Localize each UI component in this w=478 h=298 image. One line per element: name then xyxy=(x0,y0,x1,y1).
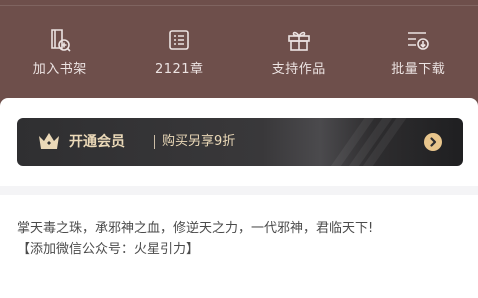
description-line: 【添加微信公众号：火星引力】 xyxy=(17,239,467,260)
batch-download-label: 批量下载 xyxy=(391,62,445,78)
bookshelf-add-icon xyxy=(46,28,74,54)
batch-download-button[interactable]: 批量下载 xyxy=(359,28,478,80)
detail-sheet: 开通会员 购买另享9折 掌天毒之珠，承邪神之血，修逆天之力，一代邪神，君临天下!… xyxy=(0,98,478,298)
membership-arrow-button[interactable] xyxy=(424,133,442,151)
chapter-list-button[interactable]: 2121章 xyxy=(120,28,240,80)
crown-icon xyxy=(38,132,60,151)
book-action-bar: 加入书架 2121章 支持作品 批量下载 xyxy=(0,0,478,100)
book-description: 掌天毒之珠，承邪神之血，修逆天之力，一代邪神，君临天下! 【添加微信公众号：火星… xyxy=(17,218,467,260)
membership-discount-text: 购买另享9折 xyxy=(162,132,235,152)
membership-separator xyxy=(154,135,155,149)
membership-title: 开通会员 xyxy=(69,132,125,152)
support-work-button[interactable]: 支持作品 xyxy=(239,28,359,80)
section-divider xyxy=(0,186,478,195)
action-row: 加入书架 2121章 支持作品 批量下载 xyxy=(0,28,478,80)
add-to-shelf-label: 加入书架 xyxy=(33,62,87,78)
support-work-label: 支持作品 xyxy=(272,62,326,78)
membership-banner[interactable]: 开通会员 购买另享9折 xyxy=(17,118,463,166)
top-divider xyxy=(0,5,478,6)
chapter-list-icon xyxy=(165,28,193,54)
chevron-right-icon xyxy=(424,133,442,151)
chapter-count-label: 2121章 xyxy=(155,62,204,78)
add-to-shelf-button[interactable]: 加入书架 xyxy=(0,28,120,80)
gift-icon xyxy=(285,28,313,54)
description-line: 掌天毒之珠，承邪神之血，修逆天之力，一代邪神，君临天下! xyxy=(17,218,467,239)
batch-download-icon xyxy=(404,28,432,54)
